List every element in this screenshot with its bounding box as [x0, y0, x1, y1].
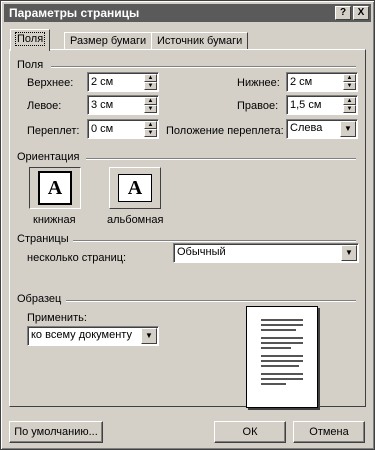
apply-to-label: Применить:: [27, 312, 87, 324]
down-arrow-icon[interactable]: ▼: [144, 105, 157, 113]
pages-group-title: Страницы: [17, 233, 73, 245]
close-button[interactable]: X: [353, 6, 369, 20]
landscape-option[interactable]: A: [109, 167, 161, 209]
multiple-pages-label: несколько страниц:: [27, 252, 127, 264]
tab-margins-label: Поля: [14, 32, 46, 46]
top-margin-label: Верхнее:: [27, 77, 74, 89]
left-margin-input[interactable]: [91, 98, 139, 111]
landscape-label: альбомная: [107, 214, 164, 226]
page-setup-dialog: Параметры страницы ? X Поля Размер бумаг…: [0, 0, 375, 450]
help-button[interactable]: ?: [335, 6, 351, 20]
cancel-button[interactable]: Отмена: [293, 421, 365, 443]
orientation-group-line: [86, 158, 356, 160]
down-arrow-icon[interactable]: ▼: [343, 105, 356, 113]
top-margin-spinner[interactable]: ▲▼: [87, 72, 159, 92]
left-margin-spinner[interactable]: ▲▼: [87, 95, 159, 115]
portrait-page-icon: A: [38, 171, 72, 205]
preview-group-title: Образец: [17, 293, 66, 305]
tab-paper-size[interactable]: Размер бумаги: [64, 32, 153, 50]
right-margin-input[interactable]: [290, 98, 338, 111]
bottom-margin-input[interactable]: [290, 75, 338, 88]
chevron-down-icon[interactable]: ▼: [340, 121, 356, 137]
chevron-down-icon[interactable]: ▼: [141, 328, 157, 344]
margins-group-title: Поля: [17, 59, 48, 71]
gutter-spinner[interactable]: ▲▼: [87, 119, 159, 139]
apply-to-value: ко всему документу: [31, 329, 132, 341]
up-arrow-icon[interactable]: ▲: [343, 74, 356, 82]
multiple-pages-value: Обычный: [177, 246, 226, 258]
bottom-margin-spinner[interactable]: ▲▼: [286, 72, 358, 92]
chevron-down-icon[interactable]: ▼: [341, 245, 357, 261]
down-arrow-icon[interactable]: ▼: [144, 82, 157, 90]
tab-paper-source[interactable]: Источник бумаги: [151, 32, 249, 50]
title-bar: Параметры страницы ? X: [4, 4, 371, 22]
multiple-pages-select[interactable]: Обычный ▼: [173, 243, 359, 263]
up-arrow-icon[interactable]: ▲: [144, 97, 157, 105]
down-arrow-icon[interactable]: ▼: [343, 82, 356, 90]
margins-group-line: [51, 66, 356, 68]
gutter-position-label: Положение переплета:: [166, 125, 284, 137]
landscape-page-icon: A: [118, 174, 152, 202]
dialog-title: Параметры страницы: [9, 6, 140, 20]
bottom-margin-label: Нижнее:: [237, 77, 280, 89]
ok-button[interactable]: ОК: [214, 421, 286, 443]
tab-paper-size-label: Размер бумаги: [70, 35, 147, 47]
gutter-label: Переплет:: [27, 125, 80, 137]
portrait-label: книжная: [33, 214, 76, 226]
up-arrow-icon[interactable]: ▲: [343, 97, 356, 105]
right-margin-spinner[interactable]: ▲▼: [286, 95, 358, 115]
gutter-position-value: Слева: [290, 122, 323, 134]
down-arrow-icon[interactable]: ▼: [144, 129, 157, 137]
page-preview: [246, 306, 318, 408]
up-arrow-icon[interactable]: ▲: [144, 74, 157, 82]
left-margin-label: Левое:: [27, 100, 62, 112]
apply-to-select[interactable]: ко всему документу ▼: [27, 326, 159, 346]
gutter-position-select[interactable]: Слева ▼: [286, 119, 358, 139]
preview-group-line: [66, 300, 356, 302]
up-arrow-icon[interactable]: ▲: [144, 121, 157, 129]
tab-paper-source-label: Источник бумаги: [157, 35, 243, 47]
set-default-button[interactable]: По умолчанию...: [9, 421, 103, 443]
right-margin-label: Правое:: [237, 100, 279, 112]
gutter-input[interactable]: [91, 122, 139, 135]
pages-group-line: [73, 240, 356, 242]
orientation-group-title: Ориентация: [17, 151, 84, 163]
top-margin-input[interactable]: [91, 75, 139, 88]
tab-margins[interactable]: Поля: [10, 29, 51, 51]
portrait-option[interactable]: A: [29, 167, 81, 209]
